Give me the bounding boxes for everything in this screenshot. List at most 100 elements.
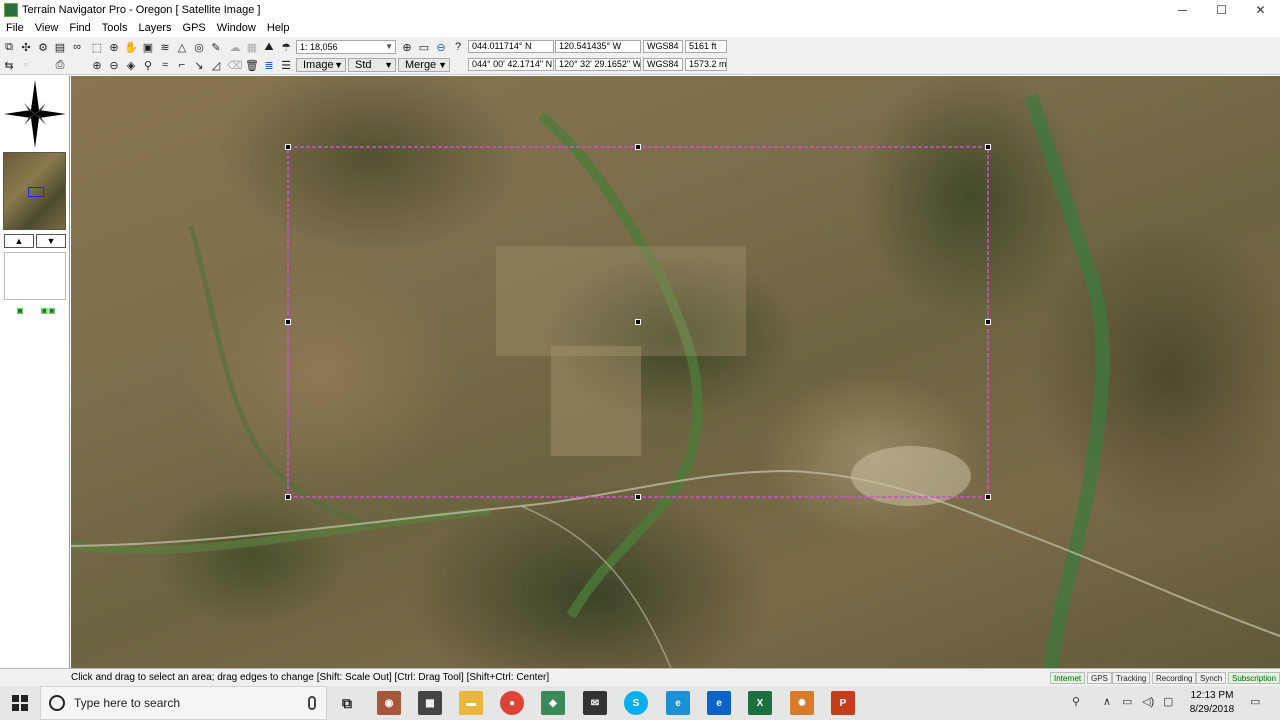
split-view-icon[interactable]: ▣▣ bbox=[38, 306, 58, 316]
chevron-down-icon: ▼ bbox=[384, 60, 393, 70]
select-area-icon[interactable]: ⬚ bbox=[90, 40, 104, 54]
weather-icon[interactable]: ☂ bbox=[279, 40, 293, 54]
arrows-icon[interactable]: ⇆ bbox=[2, 58, 16, 72]
clock-date: 8/29/2018 bbox=[1189, 704, 1235, 715]
terrain-features bbox=[71, 93, 1280, 668]
close-button[interactable]: ✕ bbox=[1241, 0, 1280, 20]
layers-tool-icon[interactable]: ⧉ bbox=[2, 40, 16, 54]
taskbar-search[interactable]: Type here to search bbox=[40, 686, 327, 720]
overview-map[interactable] bbox=[3, 152, 66, 230]
skype-icon[interactable]: S bbox=[624, 691, 648, 715]
chrome-icon[interactable]: ● bbox=[500, 691, 524, 715]
gear-icon[interactable]: ⚙ bbox=[36, 40, 50, 54]
clock[interactable]: 12:13 PM 8/29/2018 bbox=[1186, 689, 1238, 717]
merge-mode-dropdown[interactable]: Merge ▼ bbox=[398, 58, 450, 72]
eraser-icon[interactable]: ⌫ bbox=[227, 58, 243, 72]
excel-icon[interactable]: X bbox=[748, 691, 772, 715]
microphone-icon[interactable] bbox=[308, 696, 316, 710]
selection-handle-ne[interactable] bbox=[985, 144, 991, 150]
edge-icon[interactable]: e bbox=[707, 691, 731, 715]
selection-handle-n[interactable] bbox=[635, 144, 641, 150]
internet-explorer-icon[interactable]: e bbox=[666, 691, 690, 715]
menu-tools[interactable]: Tools bbox=[98, 22, 132, 34]
selection-handle-se[interactable] bbox=[985, 494, 991, 500]
minimize-button[interactable]: ─ bbox=[1163, 0, 1202, 20]
menu-gps[interactable]: GPS bbox=[179, 22, 210, 34]
profile-preview bbox=[4, 252, 66, 300]
mail-icon[interactable]: ✉ bbox=[583, 691, 607, 715]
network-icon[interactable]: ▢ bbox=[1163, 695, 1173, 708]
tray-chevron-icon[interactable]: ∧ bbox=[1103, 695, 1111, 708]
notification-icon[interactable]: ▭ bbox=[1250, 695, 1260, 708]
tool-3d-icon[interactable]: ⛰ bbox=[262, 40, 276, 54]
people-icon[interactable]: ⚲ bbox=[1072, 695, 1080, 708]
triangle-tool-icon[interactable]: △ bbox=[175, 40, 189, 54]
maximize-button[interactable]: ☐ bbox=[1202, 0, 1241, 20]
file-explorer-icon[interactable]: ▬ bbox=[459, 691, 483, 715]
cloud-icon[interactable]: ☁ bbox=[228, 40, 242, 54]
overview-locator[interactable] bbox=[28, 187, 44, 197]
elevation-m: 1573.2 m bbox=[685, 58, 727, 71]
nav-up-button[interactable]: ▲ bbox=[4, 234, 34, 248]
calculator-icon[interactable]: ▦ bbox=[418, 691, 442, 715]
layers-stack-icon[interactable]: ≣ bbox=[262, 58, 276, 72]
scale-dropdown[interactable]: 1: 18,056 ▼ bbox=[296, 40, 396, 54]
draw-line-icon[interactable]: ✎ bbox=[209, 40, 223, 54]
menu-help[interactable]: Help bbox=[263, 22, 294, 34]
selection-handle-s[interactable] bbox=[635, 494, 641, 500]
volume-icon[interactable]: ◁) bbox=[1142, 695, 1154, 708]
pushpin-icon[interactable]: ⚲ bbox=[141, 58, 155, 72]
grid-icon[interactable]: ▦ bbox=[245, 40, 259, 54]
print-icon[interactable]: ▤ bbox=[53, 40, 67, 54]
pan-hand-icon[interactable]: ✋ bbox=[124, 40, 138, 54]
list-icon[interactable]: ☰ bbox=[279, 58, 293, 72]
app-orange-icon[interactable]: ✹ bbox=[790, 691, 814, 715]
zoom-out-small-icon[interactable]: ⊖ bbox=[107, 58, 121, 72]
menu-layers[interactable]: Layers bbox=[134, 22, 175, 34]
single-view-icon[interactable]: ▣ bbox=[10, 306, 30, 316]
app-1-icon[interactable]: ◉ bbox=[377, 691, 401, 715]
menu-window[interactable]: Window bbox=[213, 22, 260, 34]
menu-bar: File View Find Tools Layers GPS Window H… bbox=[0, 20, 1280, 36]
zoom-in-icon[interactable]: ⊕ bbox=[107, 40, 121, 54]
binoculars-icon[interactable]: ∞ bbox=[70, 40, 84, 54]
status-tracking: Tracking bbox=[1112, 672, 1151, 684]
menu-find[interactable]: Find bbox=[65, 22, 94, 34]
profile-icon[interactable]: ≋ bbox=[158, 40, 172, 54]
menu-view[interactable]: View bbox=[31, 22, 63, 34]
camera-icon[interactable]: ⎙ bbox=[53, 58, 67, 72]
chevron-down-icon: ▼ bbox=[385, 42, 393, 51]
task-view-icon[interactable]: ⧉ bbox=[335, 691, 359, 715]
polyline-icon[interactable]: ↘ bbox=[192, 58, 206, 72]
selection-handle-center[interactable] bbox=[635, 319, 641, 325]
delete-icon[interactable]: 🗑 bbox=[245, 58, 259, 72]
help-icon[interactable]: ? bbox=[451, 40, 465, 54]
image-mode-dropdown[interactable]: Image ▼ bbox=[296, 58, 346, 72]
std-mode-dropdown[interactable]: Std ▼ bbox=[348, 58, 396, 72]
frame-icon[interactable]: ▭ bbox=[417, 40, 431, 54]
map-view[interactable] bbox=[71, 76, 1280, 668]
terrain-navigator-icon[interactable]: ◈ bbox=[541, 691, 565, 715]
compass-tool-icon[interactable]: ◈ bbox=[124, 58, 138, 72]
menu-file[interactable]: File bbox=[2, 22, 28, 34]
area-tool-icon[interactable]: ≈ bbox=[158, 58, 172, 72]
selection-handle-e[interactable] bbox=[985, 319, 991, 325]
target-icon[interactable]: ◎ bbox=[192, 40, 206, 54]
datum-2: WGS84 bbox=[643, 58, 683, 71]
label-icon[interactable]: ▣ bbox=[141, 40, 155, 54]
selection-handle-sw[interactable] bbox=[285, 494, 291, 500]
selection-handle-nw[interactable] bbox=[285, 144, 291, 150]
powerpoint-icon[interactable]: P bbox=[831, 691, 855, 715]
selection-handle-w[interactable] bbox=[285, 319, 291, 325]
route-icon[interactable]: ⌐ bbox=[175, 58, 189, 72]
status-hint: Click and drag to select an area; drag e… bbox=[71, 672, 550, 683]
polygon-icon[interactable]: ◿ bbox=[209, 58, 223, 72]
start-button[interactable] bbox=[0, 686, 40, 720]
zoom-out-circle-icon[interactable]: ⊖ bbox=[434, 40, 448, 54]
zoom-in-circle-icon[interactable]: ⊕ bbox=[400, 40, 414, 54]
nav-down-button[interactable]: ▼ bbox=[36, 234, 66, 248]
settings-alt-icon[interactable]: ✣ bbox=[19, 40, 33, 54]
battery-icon[interactable]: ▭ bbox=[1122, 695, 1132, 708]
chevron-down-icon: ▼ bbox=[438, 60, 447, 70]
zoom-in-small-icon[interactable]: ⊕ bbox=[90, 58, 104, 72]
